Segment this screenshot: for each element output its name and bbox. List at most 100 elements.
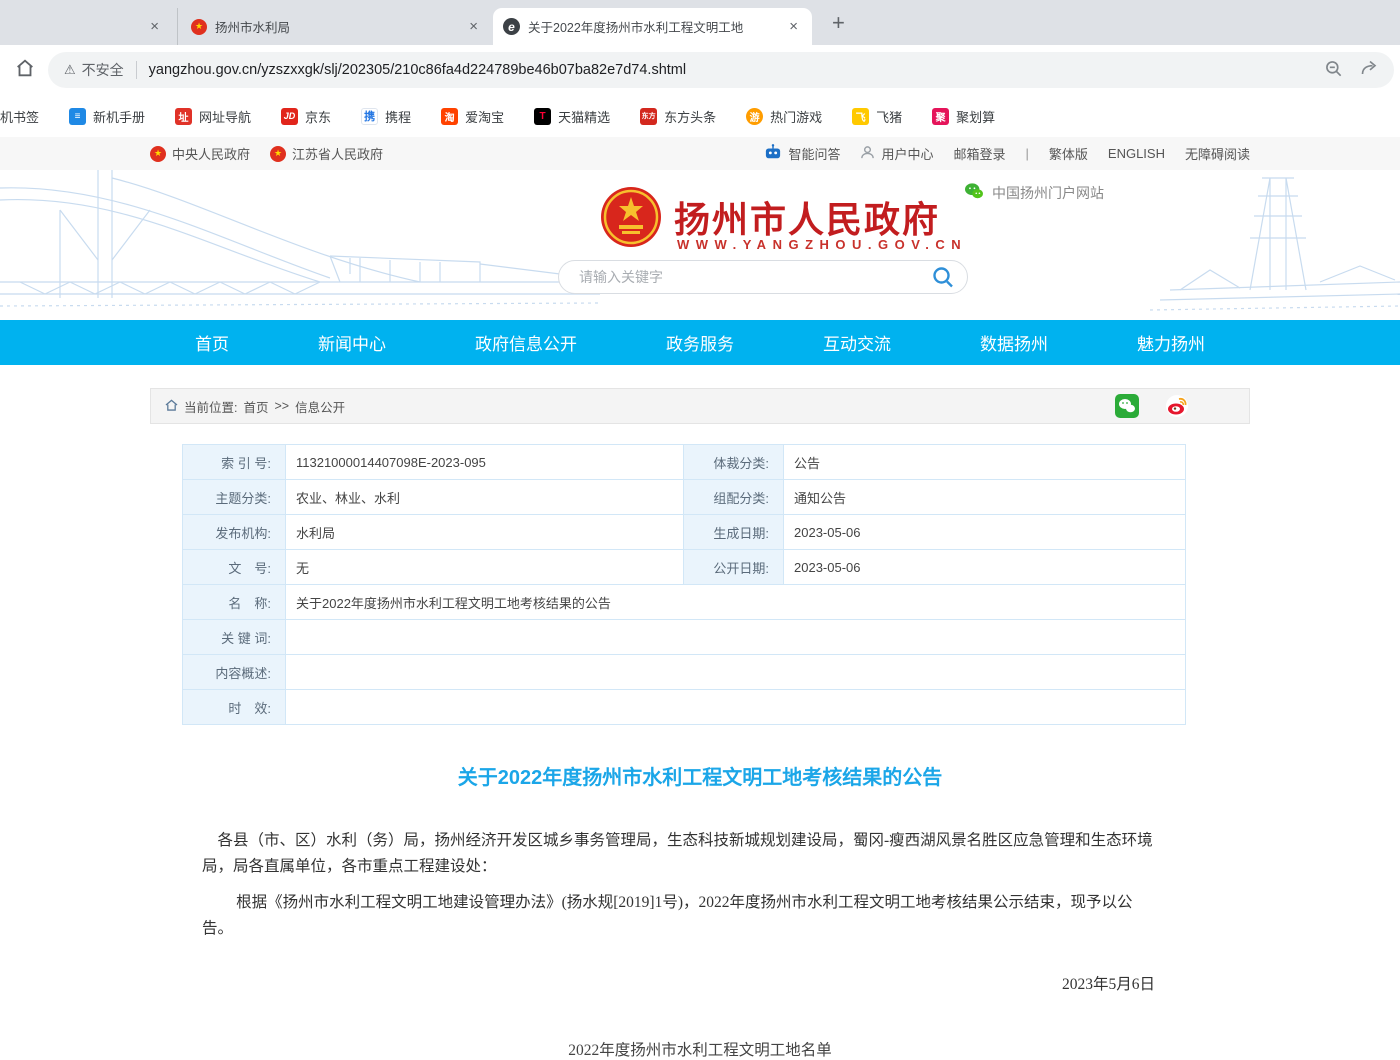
bookmark-item-tmall[interactable]: T天猫精选 <box>534 107 610 126</box>
toutiao-icon: 东方 <box>640 108 657 125</box>
meta-label: 主题分类: <box>183 480 286 515</box>
new-tab-button[interactable]: + <box>832 10 845 36</box>
table-row: 名 称: 关于2022年度扬州市水利工程文明工地考核结果的公告 <box>183 585 1186 620</box>
url-omnibox[interactable]: ⚠ 不安全 yangzhou.gov.cn/yzszxxgk/slj/20230… <box>48 52 1394 88</box>
bridge-artwork-left <box>0 170 600 320</box>
table-row: 发布机构: 水利局 生成日期: 2023-05-06 <box>183 515 1186 550</box>
nav-item-charm[interactable]: 魅力扬州 <box>1137 330 1205 355</box>
portal-link[interactable]: 中国扬州门户网站 <box>964 182 1104 203</box>
weibo-share-icon[interactable] <box>1165 394 1189 418</box>
search-input[interactable] <box>577 268 931 286</box>
address-bar: ⚠ 不安全 yangzhou.gov.cn/yzszxxgk/slj/20230… <box>0 45 1400 95</box>
tab-title: 关于2022年度扬州市水利工程文明工地 <box>528 17 743 36</box>
share-icon[interactable] <box>1360 59 1380 82</box>
gov-top-strip: ★ 中央人民政府 ★ 江苏省人民政府 智能问答 用户中心 邮箱登录 <box>0 137 1400 170</box>
tab-active-announcement[interactable]: e 关于2022年度扬州市水利工程文明工地 × <box>493 8 812 45</box>
main-nav: 首页 新闻中心 政府信息公开 政务服务 互动交流 数据扬州 魅力扬州 <box>0 320 1400 365</box>
link-jiangsu-gov[interactable]: ★ 江苏省人民政府 <box>270 144 383 163</box>
site-search-box <box>558 260 968 294</box>
tab-close-icon[interactable]: × <box>146 18 163 35</box>
gov-emblem-icon: ★ <box>150 146 166 162</box>
meta-value: 无 <box>286 550 684 585</box>
breadcrumb: 当前位置: 首页 >> 信息公开 <box>150 388 1250 424</box>
meta-label: 时 效: <box>183 690 286 725</box>
omnibox-divider <box>136 61 137 79</box>
bookmark-item-ctrip[interactable]: 携携程 <box>361 107 411 126</box>
nav-item-services[interactable]: 政务服务 <box>666 330 734 355</box>
home-icon[interactable] <box>14 57 36 84</box>
table-row: 内容概述: <box>183 655 1186 690</box>
breadcrumb-home-icon <box>165 399 178 414</box>
nav-item-interaction[interactable]: 互动交流 <box>823 330 891 355</box>
meta-label: 内容概述: <box>183 655 286 690</box>
meta-value <box>286 690 1186 725</box>
meta-label: 关 键 词: <box>183 620 286 655</box>
wechat-share-icon[interactable] <box>1115 394 1139 418</box>
table-row: 时 效: <box>183 690 1186 725</box>
tab-close-icon[interactable]: × <box>465 18 482 35</box>
fliggy-icon: 飞 <box>852 108 869 125</box>
table-row: 索 引 号: 11321000014407098E-2023-095 体裁分类:… <box>183 445 1186 480</box>
table-row: 主题分类: 农业、林业、水利 组配分类: 通知公告 <box>183 480 1186 515</box>
article-date: 2023年5月6日 <box>150 972 1155 994</box>
bookmark-item-fliggy[interactable]: 飞飞猪 <box>852 107 902 126</box>
table-row: 文 号: 无 公开日期: 2023-05-06 <box>183 550 1186 585</box>
breadcrumb-prefix: 当前位置: <box>184 397 237 416</box>
not-secure-warning-icon: ⚠ <box>64 62 76 78</box>
taobao-icon: 淘 <box>441 108 458 125</box>
article-body: 各县（市、区）水利（务）局，扬州经济开发区城乡事务管理局，生态科技新城规划建设局… <box>202 828 1155 942</box>
bookmark-item-manual[interactable]: ≡新机手册 <box>69 107 145 126</box>
url-text[interactable]: yangzhou.gov.cn/yzszxxgk/slj/202305/210c… <box>149 62 686 78</box>
browser-tab-bar: × ★ 扬州市水利局 × e 关于2022年度扬州市水利工程文明工地 × + <box>0 0 1400 45</box>
bookmark-item-games[interactable]: 游热门游戏 <box>746 107 822 126</box>
meta-value: 2023-05-06 <box>784 515 1186 550</box>
zoom-out-icon[interactable] <box>1324 59 1344 82</box>
meta-label: 名 称: <box>183 585 286 620</box>
mail-login-link[interactable]: 邮箱登录 <box>953 144 1005 163</box>
topbar-divider: | <box>1026 146 1029 161</box>
meta-value: 通知公告 <box>784 480 1186 515</box>
accessibility-link[interactable]: 无障碍阅读 <box>1185 144 1250 163</box>
link-central-gov[interactable]: ★ 中央人民政府 <box>150 144 250 163</box>
bookmarks-bar: 机书签 ≡新机手册 址网址导航 JD京东 携携程 淘爱淘宝 T天猫精选 东方东方… <box>0 95 1400 137</box>
site-nav-icon: 址 <box>175 108 192 125</box>
breadcrumb-current[interactable]: 信息公开 <box>295 397 345 416</box>
nav-item-news[interactable]: 新闻中心 <box>318 330 386 355</box>
nav-item-info-disclosure[interactable]: 政府信息公开 <box>475 330 577 355</box>
meta-label: 生成日期: <box>684 515 784 550</box>
manual-icon: ≡ <box>69 108 86 125</box>
jd-icon: JD <box>281 108 298 125</box>
meta-value: 水利局 <box>286 515 684 550</box>
bookmark-item-toutiao[interactable]: 东方东方头条 <box>640 107 716 126</box>
search-icon[interactable] <box>931 265 955 289</box>
games-icon: 游 <box>746 108 763 125</box>
tab-shuiliju[interactable]: ★ 扬州市水利局 × <box>181 8 492 45</box>
tab-partial[interactable]: × <box>0 8 178 45</box>
wechat-icon <box>964 182 984 203</box>
attachment-list-title: 2022年度扬州市水利工程文明工地名单 <box>150 1038 1250 1060</box>
meta-label: 文 号: <box>183 550 286 585</box>
bookmark-item-juhuasuan[interactable]: 聚聚划算 <box>932 107 995 126</box>
nav-item-home[interactable]: 首页 <box>195 330 229 355</box>
traditional-chinese-link[interactable]: 繁体版 <box>1049 144 1088 163</box>
meta-value: 11321000014407098E-2023-095 <box>286 445 684 480</box>
meta-value <box>286 655 1186 690</box>
article-title: 关于2022年度扬州市水利工程文明工地考核结果的公告 <box>150 761 1250 790</box>
security-label: 不安全 <box>82 60 124 80</box>
tab-close-icon[interactable]: × <box>785 18 802 35</box>
bookmark-item-jd[interactable]: JD京东 <box>281 107 331 126</box>
user-center-link[interactable]: 用户中心 <box>860 144 933 163</box>
document-meta-table: 索 引 号: 11321000014407098E-2023-095 体裁分类:… <box>182 444 1186 725</box>
breadcrumb-home-link[interactable]: 首页 <box>243 397 268 416</box>
english-link[interactable]: ENGLISH <box>1108 146 1165 161</box>
site-url: WWW.YANGZHOU.GOV.CN <box>677 237 967 252</box>
user-icon <box>860 145 875 163</box>
bookmark-item-aitaobao[interactable]: 淘爱淘宝 <box>441 107 504 126</box>
meta-label: 索 引 号: <box>183 445 286 480</box>
bookmark-item-phone[interactable]: 机书签 <box>0 107 39 126</box>
table-row: 关 键 词: <box>183 620 1186 655</box>
nav-item-data[interactable]: 数据扬州 <box>980 330 1048 355</box>
bookmark-item-nav[interactable]: 址网址导航 <box>175 107 251 126</box>
smart-qa-link[interactable]: 智能问答 <box>764 144 840 163</box>
meta-value: 农业、林业、水利 <box>286 480 684 515</box>
